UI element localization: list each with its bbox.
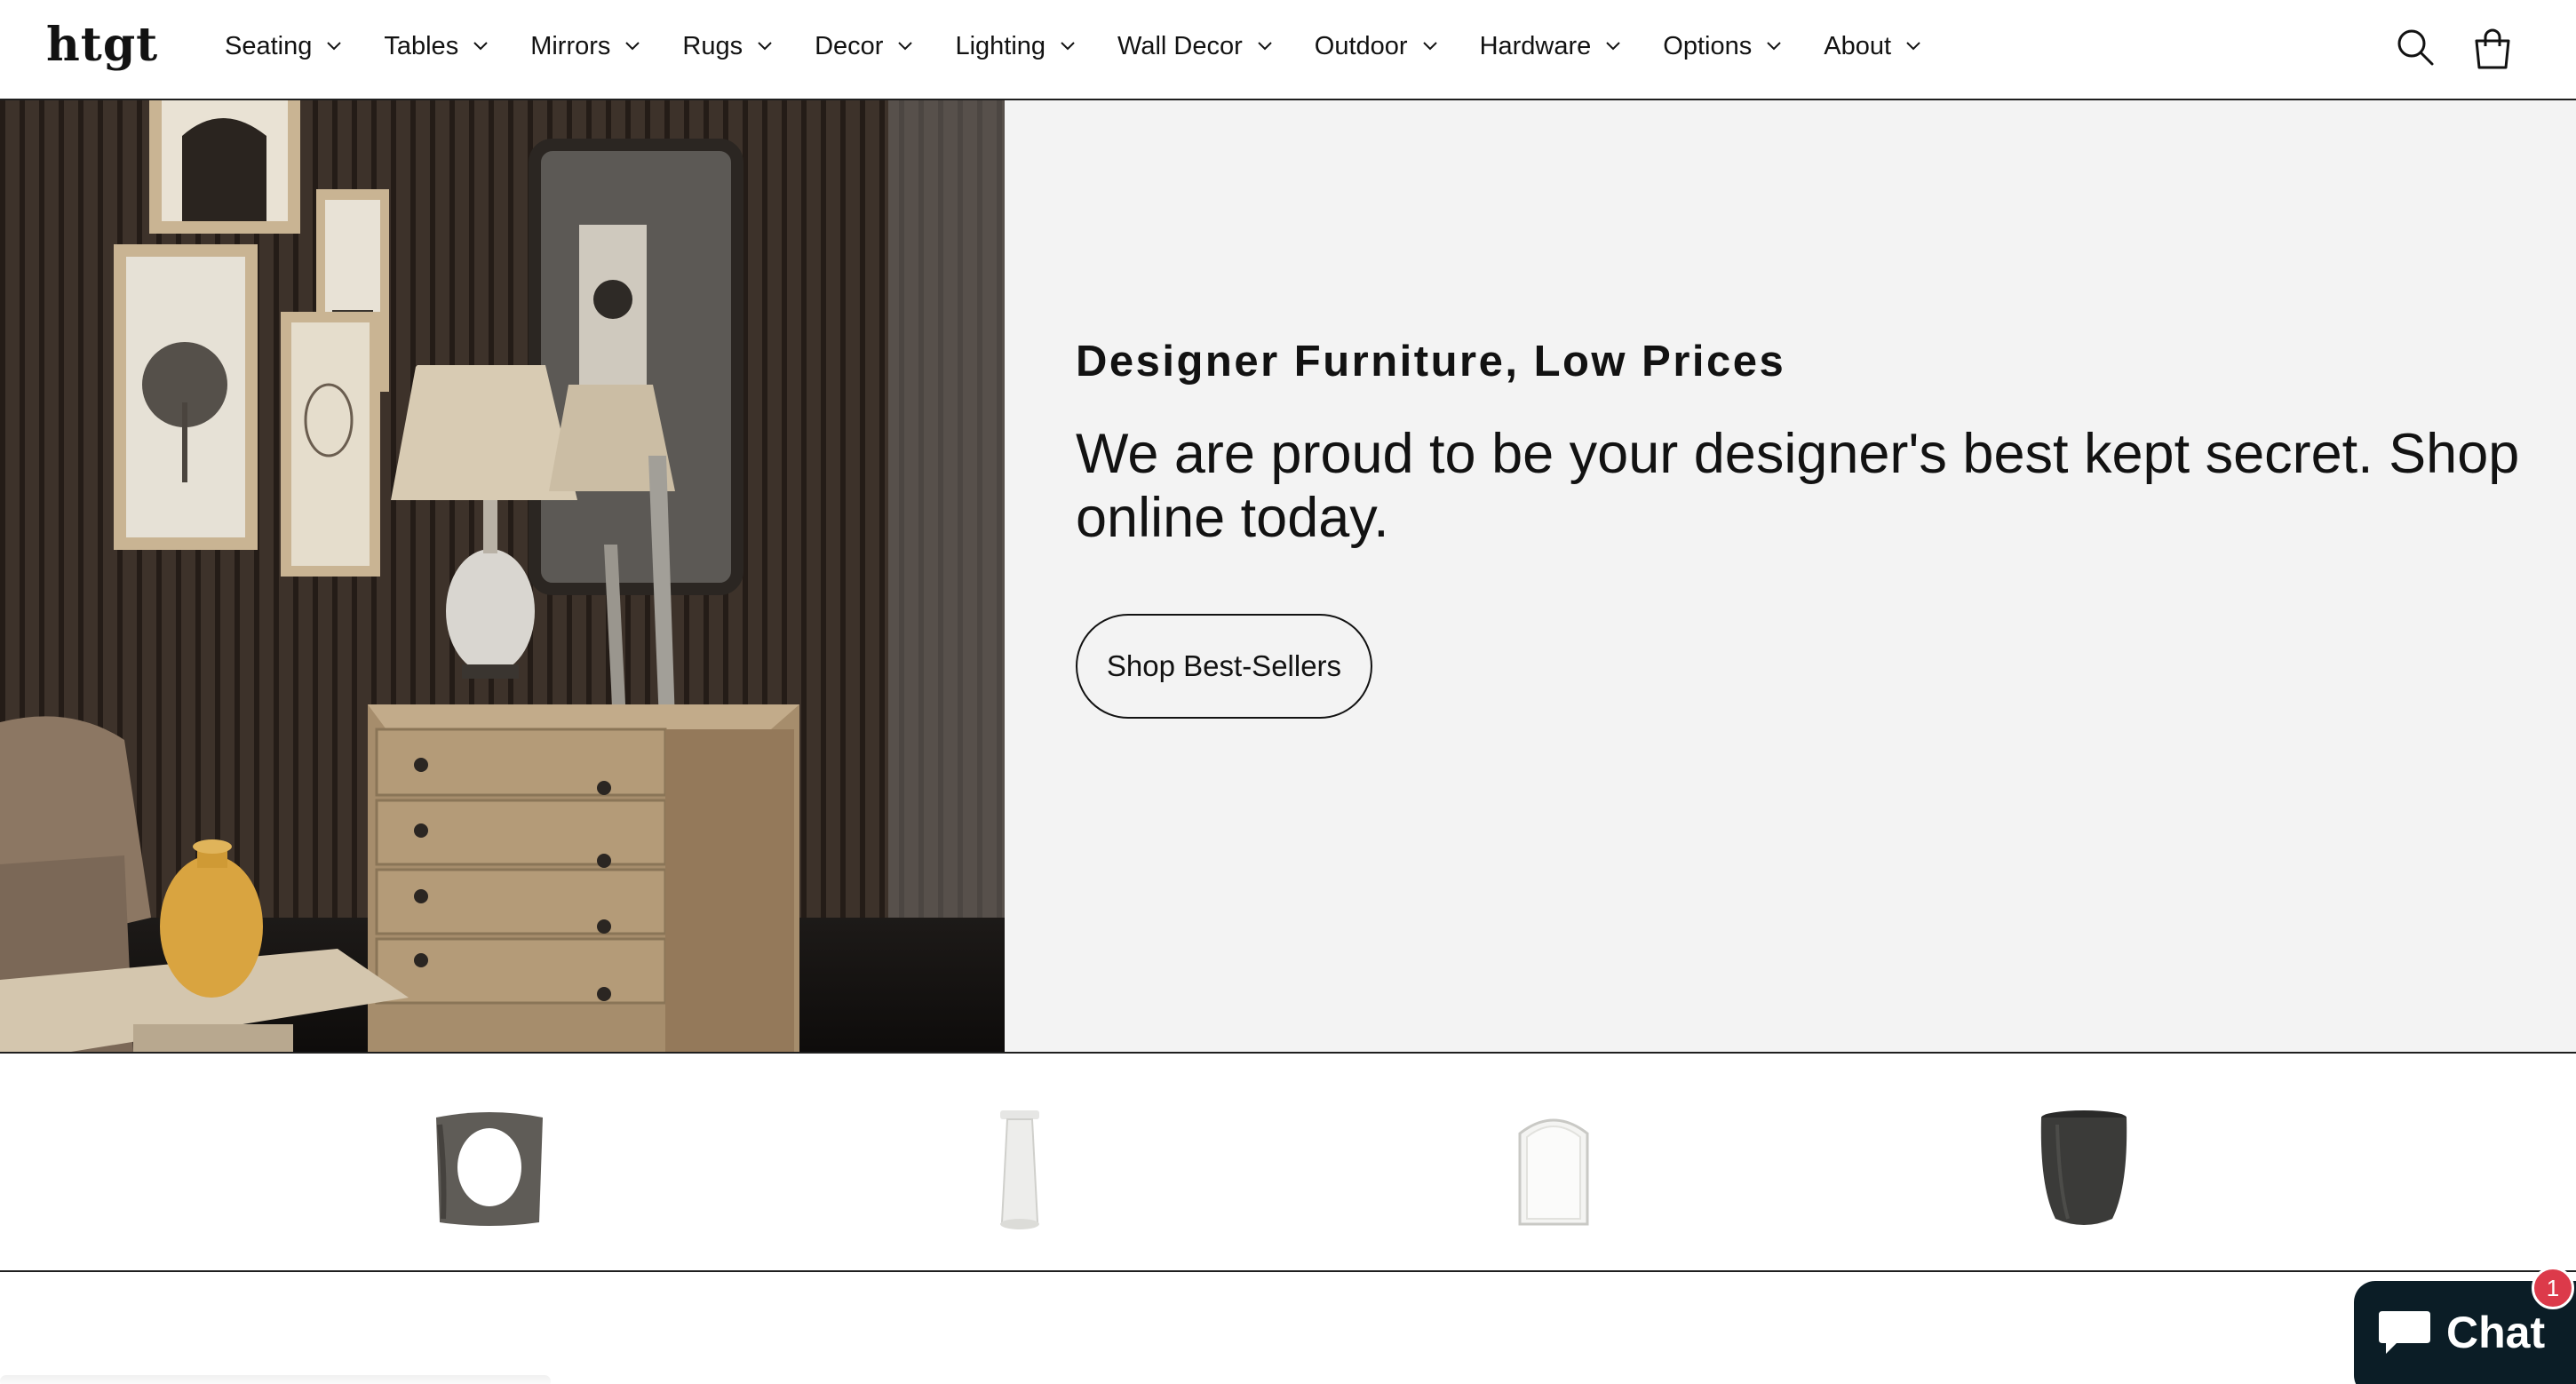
chevron-down-icon [1422,42,1437,51]
chevron-down-icon [625,42,640,51]
nav-item-outdoor[interactable]: Outdoor [1315,27,1438,66]
chevron-down-icon [1061,42,1075,51]
hero-image [0,100,1005,1052]
chevron-down-icon [758,42,772,51]
hero-text: We are proud to be your designer's best … [1076,423,2520,549]
hero-section: Designer Furniture, Low Prices We are pr… [0,100,2576,1054]
cutout-stool-image[interactable] [427,1107,552,1231]
hero-content-panel: Designer Furniture, Low Prices We are pr… [1005,100,2576,1052]
chevron-down-icon [898,42,913,51]
chat-bubble-icon [2379,1311,2430,1354]
product-strip [0,1055,2576,1272]
chat-label: Chat [2446,1308,2546,1357]
nav-item-decor[interactable]: Decor [815,27,913,66]
nav-item-hardware[interactable]: Hardware [1480,27,1622,66]
nav-item-rugs[interactable]: Rugs [682,27,773,66]
nav-item-label: Wall Decor [1117,31,1243,60]
chevron-down-icon [1258,42,1272,51]
shop-best-sellers-button[interactable]: Shop Best-Sellers [1076,614,1372,719]
nav-item-label: Options [1663,31,1753,60]
site-logo[interactable]: htgt [46,18,158,72]
living-room-illustration [0,100,1005,1052]
hero-subheading: Designer Furniture, Low Prices [1076,338,1786,386]
nav-item-label: Rugs [682,31,743,60]
main-nav: Seating Tables Mirrors Rugs Decor Lighti… [225,27,1921,66]
nav-item-label: Mirrors [530,31,611,60]
nav-item-seating[interactable]: Seating [225,27,342,66]
nav-item-label: Outdoor [1314,31,1408,60]
chat-notification-badge: 1 [2532,1267,2574,1309]
nav-item-about[interactable]: About [1824,27,1921,66]
nav-item-options[interactable]: Options [1663,27,1782,66]
drum-side-table-image[interactable] [2022,1107,2146,1231]
cart-icon[interactable] [2469,27,2516,73]
chevron-down-icon [1767,42,1781,51]
nav-item-wall-decor[interactable]: Wall Decor [1117,27,1273,66]
nav-item-label: Seating [225,31,313,60]
nav-item-label: Lighting [955,31,1046,60]
nav-item-label: About [1824,31,1892,60]
nav-item-tables[interactable]: Tables [384,27,489,66]
search-icon[interactable] [2393,25,2439,71]
nav-item-mirrors[interactable]: Mirrors [530,27,640,66]
chevron-down-icon [473,42,488,51]
nav-item-label: Hardware [1479,31,1592,60]
nav-item-lighting[interactable]: Lighting [955,27,1076,66]
chevron-down-icon [1906,42,1920,51]
pedestal-table-image[interactable] [958,1107,1082,1231]
site-header: htgt Seating Tables Mirrors Rugs Decor L… [0,0,2576,100]
arched-mirror-image[interactable] [1491,1107,1616,1231]
drawer-shadow [0,1375,551,1384]
chevron-down-icon [327,42,342,51]
nav-item-label: Decor [815,31,884,60]
chevron-down-icon [1606,42,1621,51]
nav-item-label: Tables [384,31,459,60]
